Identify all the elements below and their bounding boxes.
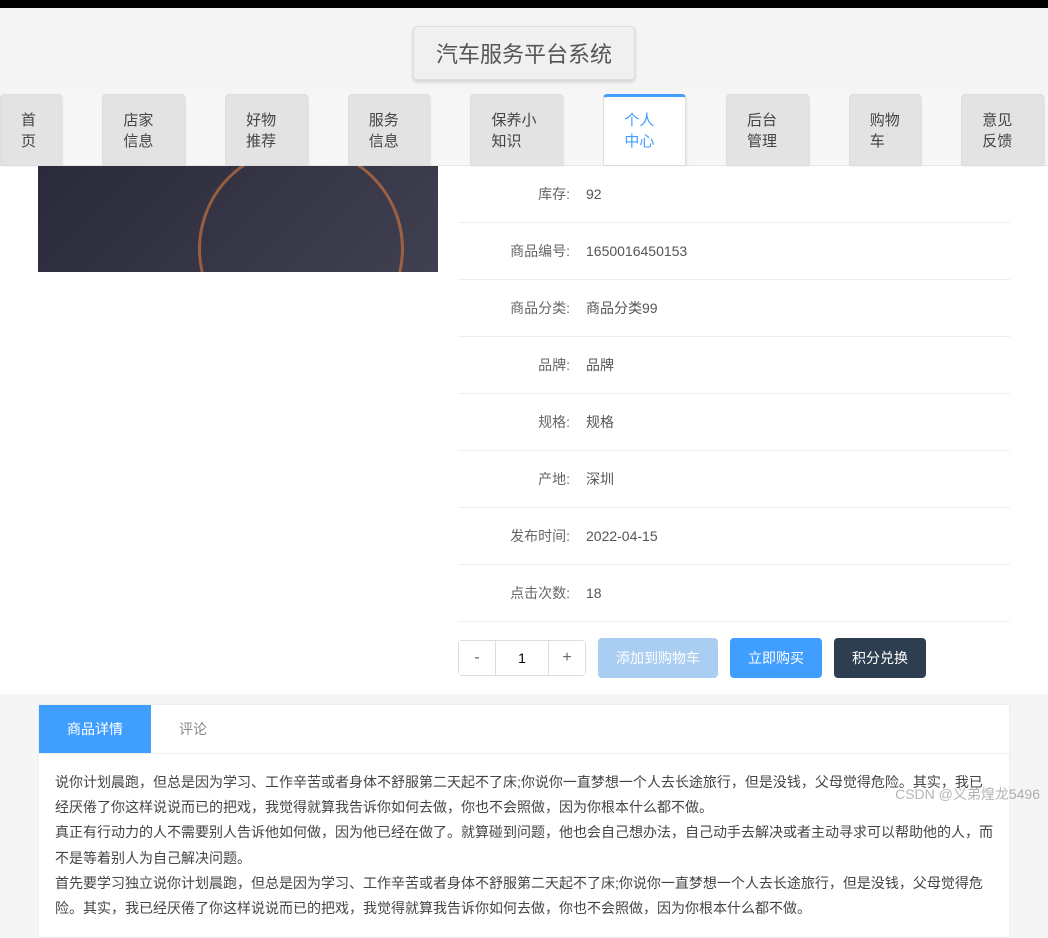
product-image [38,166,438,272]
nav-recommend[interactable]: 好物推荐 [225,94,308,165]
detail-label: 商品分类: [458,298,586,318]
detail-row-origin: 产地: 深圳 [458,451,1010,508]
nav-home[interactable]: 首页 [0,94,62,165]
detail-value: 规格 [586,412,614,432]
detail-label: 产地: [458,469,586,489]
detail-label: 库存: [458,184,586,204]
quantity-stepper: - + [458,640,586,676]
detail-value: 商品分类99 [586,298,658,318]
detail-row-clicks: 点击次数: 18 [458,565,1010,622]
detail-value: 品牌 [586,355,614,375]
detail-row-stock: 库存: 92 [458,166,1010,223]
content-paragraph: 首先要学习独立说你计划晨跑，但总是因为学习、工作辛苦或者身体不舒服第二天起不了床… [55,871,993,921]
page-title: 汽车服务平台系统 [413,26,635,80]
detail-value: 18 [586,585,602,601]
main-nav: 首页 店家信息 好物推荐 服务信息 保养小知识 个人中心 后台管理 购物车 意见… [0,94,1048,166]
product-detail-column: 库存: 92 商品编号: 1650016450153 商品分类: 商品分类99 … [458,166,1010,694]
nav-service-info[interactable]: 服务信息 [348,94,431,165]
detail-label: 品牌: [458,355,586,375]
tab-content: 说你计划晨跑，但总是因为学习、工作辛苦或者身体不舒服第二天起不了床;你说你一直梦… [39,754,1009,937]
nav-personal-center[interactable]: 个人中心 [603,94,686,165]
qty-input[interactable] [496,640,548,676]
nav-store-info[interactable]: 店家信息 [102,94,185,165]
nav-cart[interactable]: 购物车 [849,94,922,165]
product-image-column [38,166,438,694]
detail-row-category: 商品分类: 商品分类99 [458,280,1010,337]
nav-admin[interactable]: 后台管理 [726,94,809,165]
detail-value: 深圳 [586,469,614,489]
add-to-cart-button[interactable]: 添加到购物车 [598,638,718,678]
tab-reviews[interactable]: 评论 [151,705,235,753]
qty-decrease-button[interactable]: - [458,640,496,676]
detail-row-brand: 品牌: 品牌 [458,337,1010,394]
detail-label: 点击次数: [458,583,586,603]
detail-value: 2022-04-15 [586,528,658,544]
tabs-section: 商品详情 评论 说你计划晨跑，但总是因为学习、工作辛苦或者身体不舒服第二天起不了… [38,704,1010,938]
detail-row-spec: 规格: 规格 [458,394,1010,451]
detail-label: 规格: [458,412,586,432]
content-paragraph: 真正有行动力的人不需要别人告诉他如何做，因为他已经在做了。就算碰到问题，他也会自… [55,820,993,870]
nav-feedback[interactable]: 意见反馈 [961,94,1044,165]
header: 汽车服务平台系统 [0,8,1048,94]
tab-product-detail[interactable]: 商品详情 [39,705,151,753]
window-topbar [0,0,1048,8]
detail-label: 发布时间: [458,526,586,546]
buy-now-button[interactable]: 立即购买 [730,638,822,678]
tabs-head: 商品详情 评论 [39,705,1009,754]
qty-increase-button[interactable]: + [548,640,586,676]
detail-row-sku: 商品编号: 1650016450153 [458,223,1010,280]
main-content: 库存: 92 商品编号: 1650016450153 商品分类: 商品分类99 … [0,166,1048,694]
points-redeem-button[interactable]: 积分兑换 [834,638,926,678]
detail-value: 92 [586,186,602,202]
action-row: - + 添加到购物车 立即购买 积分兑换 [458,622,1010,694]
nav-maintenance-tips[interactable]: 保养小知识 [470,94,563,165]
content-paragraph: 说你计划晨跑，但总是因为学习、工作辛苦或者身体不舒服第二天起不了床;你说你一直梦… [55,770,993,820]
detail-row-publish-date: 发布时间: 2022-04-15 [458,508,1010,565]
detail-label: 商品编号: [458,241,586,261]
detail-value: 1650016450153 [586,243,687,259]
